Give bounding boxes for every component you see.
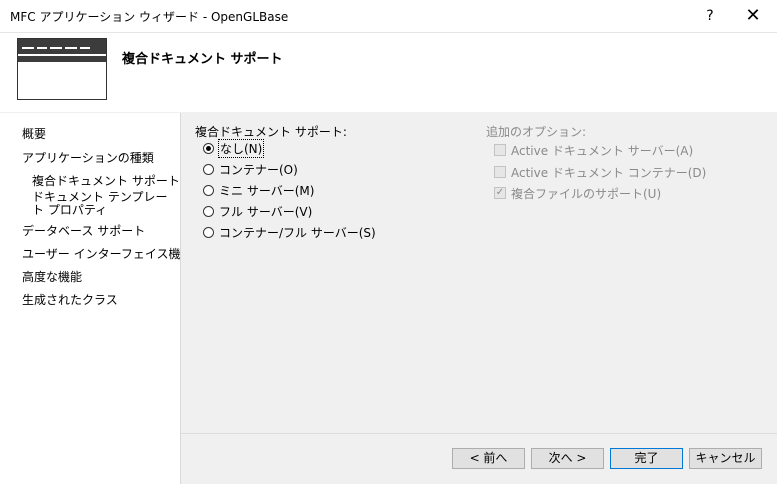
- radio-label: フル サーバー(V): [219, 204, 313, 219]
- next-button[interactable]: 次へ >: [531, 448, 604, 469]
- radio-icon[interactable]: [203, 205, 214, 217]
- additional-options-label: 追加のオプション:: [486, 125, 587, 139]
- help-button[interactable]: ?: [695, 0, 725, 32]
- back-button[interactable]: < 前へ: [452, 448, 525, 469]
- sidebar-item-document-template[interactable]: ドキュメント テンプレート プロパティ: [32, 191, 177, 217]
- wizard-sidebar: 概要 アプリケーションの種類 複合ドキュメント サポート ドキュメント テンプレ…: [0, 113, 193, 484]
- checkbox-checked-icon[interactable]: ✓: [494, 187, 506, 199]
- finish-button[interactable]: 完了: [610, 448, 683, 469]
- radio-label: コンテナー(O): [219, 162, 298, 177]
- sidebar-item-advanced[interactable]: 高度な機能: [22, 268, 82, 285]
- wizard-footer: < 前へ 次へ > 完了 キャンセル: [181, 434, 777, 484]
- wizard-header: 複合ドキュメント サポート: [0, 33, 777, 112]
- compound-support-label: 複合ドキュメント サポート:: [195, 125, 347, 139]
- checkbox-active-document-container[interactable]: Active ドキュメント コンテナー(D): [494, 163, 706, 181]
- wizard-content: 複合ドキュメント サポート: なし(N) コンテナー(O) ミニ サーバー(M)…: [181, 113, 777, 433]
- sidebar-item-compound-document[interactable]: 複合ドキュメント サポート: [32, 175, 180, 188]
- checkbox-icon[interactable]: [494, 144, 506, 156]
- radio-icon[interactable]: [203, 226, 214, 238]
- radio-label: コンテナー/フル サーバー(S): [219, 225, 376, 240]
- radio-container[interactable]: コンテナー(O): [203, 160, 298, 178]
- sidebar-item-database[interactable]: データベース サポート: [22, 222, 145, 239]
- checkbox-active-document-server[interactable]: Active ドキュメント サーバー(A): [494, 141, 693, 159]
- radio-container-full-server[interactable]: コンテナー/フル サーバー(S): [203, 223, 376, 241]
- sidebar-item-overview[interactable]: 概要: [22, 125, 46, 142]
- radio-selected-icon[interactable]: [203, 142, 214, 154]
- window-title: MFC アプリケーション ウィザード - OpenGLBase: [10, 10, 289, 24]
- checkbox-compound-file-support[interactable]: ✓ 複合ファイルのサポート(U): [494, 184, 661, 202]
- radio-full-server[interactable]: フル サーバー(V): [203, 202, 312, 220]
- radio-mini-server[interactable]: ミニ サーバー(M): [203, 181, 314, 199]
- radio-icon[interactable]: [203, 184, 214, 196]
- page-title: 複合ドキュメント サポート: [122, 52, 283, 67]
- checkbox-label: Active ドキュメント サーバー(A): [511, 143, 694, 158]
- radio-label: ミニ サーバー(M): [219, 183, 315, 198]
- sidebar-item-generated-classes[interactable]: 生成されたクラス: [22, 291, 118, 308]
- cancel-button[interactable]: キャンセル: [689, 448, 762, 469]
- wizard-window-icon: [17, 38, 107, 100]
- sidebar-item-application-type[interactable]: アプリケーションの種類: [22, 149, 154, 166]
- radio-label: なし(N): [217, 138, 265, 158]
- radio-icon[interactable]: [203, 163, 214, 175]
- sidebar-item-ui-features[interactable]: ユーザー インターフェイス機能: [22, 245, 193, 262]
- checkbox-label: Active ドキュメント コンテナー(D): [511, 165, 707, 180]
- checkbox-label: 複合ファイルのサポート(U): [511, 186, 662, 201]
- close-button[interactable]: ✕: [737, 0, 769, 32]
- radio-none[interactable]: なし(N): [203, 138, 265, 158]
- title-bar: MFC アプリケーション ウィザード - OpenGLBase ? ✕: [0, 0, 777, 33]
- checkbox-icon[interactable]: [494, 166, 506, 178]
